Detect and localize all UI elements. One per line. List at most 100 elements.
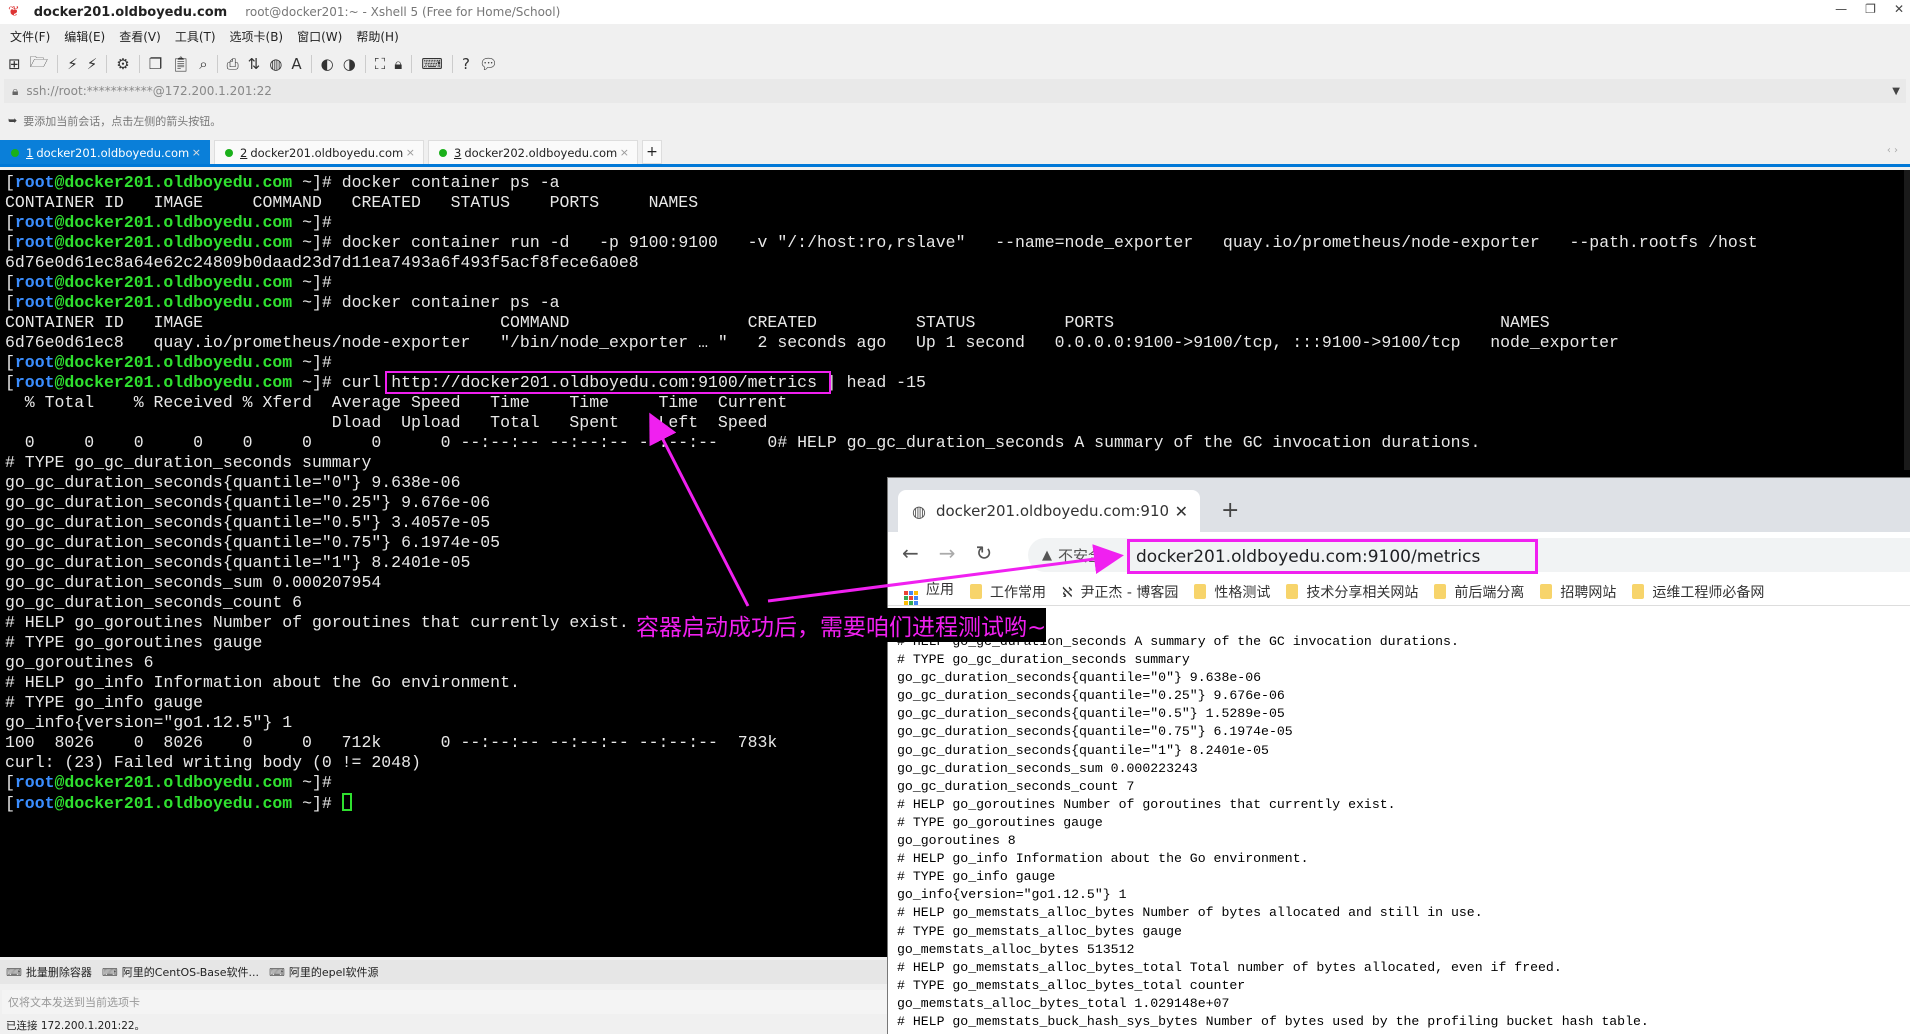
- add-session-arrow-icon[interactable]: ➥: [8, 114, 17, 127]
- connected-status-icon: [439, 148, 447, 157]
- metrics-line: # HELP go_info Information about the Go …: [897, 851, 1309, 867]
- quick-command-button[interactable]: ⌨︎ 阿里的CentOS-Base软件...: [102, 964, 259, 980]
- prompt-bracket: [: [5, 233, 15, 252]
- menu-item[interactable]: 帮助(H): [356, 28, 398, 45]
- bookmark-item[interactable]: 技术分享相关网站: [1286, 582, 1418, 602]
- open-folder-icon[interactable]: 🗁︎: [30, 52, 49, 77]
- prompt-path: ~: [302, 273, 312, 292]
- print-icon[interactable]: ⎙: [227, 55, 239, 73]
- not-secure-label: 不安全: [1058, 546, 1104, 565]
- copy-icon[interactable]: ❐: [149, 55, 162, 73]
- globe-icon[interactable]: ◍: [269, 55, 282, 73]
- omnibox[interactable]: ▲ 不安全 docker201.oldboyedu.com:9100/metri…: [1028, 538, 1910, 574]
- chevron-down-icon[interactable]: ▼: [1892, 86, 1900, 97]
- apps-dot: [904, 590, 908, 595]
- address-bar[interactable]: 🔒︎ ssh://root:***********@172.200.1.201:…: [4, 79, 1906, 103]
- line-text: 100 8026 0 8026 0 0 712k 0 --:--:-- --:-…: [5, 733, 778, 752]
- back-button[interactable]: ←: [902, 541, 919, 565]
- quick-command-button[interactable]: ⌨︎ 批量删除容器: [6, 964, 92, 980]
- add-tab-button[interactable]: +: [642, 140, 662, 164]
- line-text: Dload Upload Total Spent Left Speed: [5, 413, 768, 432]
- session-tab-3[interactable]: 3 docker202.oldboyedu.com ×: [428, 140, 638, 164]
- prompt-bracket: [: [5, 773, 15, 792]
- xftp-icon[interactable]: ◐: [321, 55, 334, 73]
- terminal-scrollbar[interactable]: [1904, 170, 1910, 470]
- fullscreen-icon[interactable]: ⛶: [375, 55, 386, 73]
- url-input[interactable]: docker201.oldboyedu.com:9100/metrics: [1127, 539, 1538, 574]
- disconnect-icon[interactable]: ⚡︎: [87, 55, 98, 73]
- folder-icon: [970, 583, 982, 599]
- folder-icon: [1632, 583, 1645, 599]
- prompt-path: ~: [302, 173, 312, 192]
- prompt-user: root: [14, 273, 55, 292]
- bookmark-item[interactable]: 工作常用: [970, 582, 1046, 602]
- menu-item[interactable]: 选项卡(B): [230, 28, 284, 45]
- menu-item[interactable]: 编辑(E): [64, 28, 105, 45]
- prompt-user: root: [14, 773, 55, 792]
- minimize-button[interactable]: —: [1835, 2, 1847, 16]
- menu-item[interactable]: 文件(F): [10, 28, 50, 45]
- browser-window: ◍ docker201.oldboyedu.com:910 ✕ + ← → ↻ …: [887, 477, 1910, 1034]
- paste-icon[interactable]: 📋︎: [171, 55, 190, 73]
- restore-button[interactable]: ❐: [1865, 2, 1876, 16]
- menu-item[interactable]: 查看(V): [119, 28, 161, 45]
- chat-icon[interactable]: 💬︎: [479, 55, 498, 73]
- connect-icon[interactable]: ⚡︎: [67, 55, 78, 73]
- font-icon[interactable]: A: [291, 55, 301, 73]
- tab-scroll-arrows-icon[interactable]: ‹ ›: [1887, 145, 1898, 156]
- prompt-host: @docker201.oldboyedu.com: [54, 213, 293, 232]
- folder-icon: [1434, 583, 1447, 599]
- session-title: docker201.oldboyedu.com: [33, 4, 228, 20]
- metrics-line: # HELP go_memstats_buck_hash_sys_bytes N…: [897, 1013, 1649, 1029]
- line-text: go_info{version="go1.12.5"} 1: [5, 713, 293, 732]
- apps-dot: [914, 590, 918, 595]
- prompt-user: root: [14, 373, 55, 392]
- bookmark-item[interactable]: 性格测试: [1194, 582, 1270, 602]
- close-tab-icon[interactable]: ×: [406, 146, 415, 159]
- annotation-text: 容器启动成功后，需要咱们进程测试哟~: [636, 608, 1047, 642]
- prompt-path: ~: [302, 373, 312, 392]
- bookmark-item[interactable]: 前后端分离: [1434, 582, 1524, 602]
- metrics-line: go_gc_duration_seconds_sum 0.000223243: [897, 760, 1198, 776]
- find-icon[interactable]: ⌕: [199, 55, 207, 73]
- output-line: % Total % Received % Xferd Average Speed…: [5, 393, 1758, 413]
- line-text: go_gc_duration_seconds{quantile="1"} 8.2…: [5, 553, 471, 572]
- browser-tab[interactable]: ◍ docker201.oldboyedu.com:910 ✕: [898, 490, 1200, 532]
- close-tab-icon[interactable]: ×: [620, 146, 629, 159]
- folder-icon: [1540, 583, 1553, 599]
- bookmark-item[interactable]: 运维工程师必备网: [1632, 582, 1764, 602]
- menu-item[interactable]: 工具(T): [175, 28, 216, 45]
- menu-item[interactable]: 窗口(W): [297, 28, 342, 45]
- globe-icon: ◍: [912, 501, 926, 521]
- session-tab-1[interactable]: 1 docker201.oldboyedu.com ×: [0, 140, 210, 164]
- new-tab-button[interactable]: +: [1221, 498, 1239, 523]
- prompt-user: root: [14, 293, 55, 312]
- close-tab-icon[interactable]: ✕: [1175, 502, 1188, 521]
- send-text-placeholder: 仅将文本发送到当前选项卡: [8, 996, 140, 1009]
- reload-button[interactable]: ↻: [976, 541, 993, 565]
- send-text-input[interactable]: 仅将文本发送到当前选项卡: [2, 990, 888, 1014]
- properties-icon[interactable]: ⚙︎: [116, 55, 129, 73]
- lock-icon[interactable]: 🔒︎: [394, 55, 402, 73]
- keyboard-icon[interactable]: ⌨︎: [421, 55, 443, 73]
- forward-button[interactable]: →: [939, 541, 956, 565]
- quick-command-button[interactable]: ⌨︎ 阿里的epel软件源: [269, 964, 378, 980]
- bookmark-item[interactable]: ℵ 尹正杰 - 博客园: [1062, 582, 1178, 602]
- close-button[interactable]: ✕: [1894, 2, 1904, 16]
- prompt-symbol: ]#: [311, 233, 342, 252]
- status-bar: 已连接 172.200.1.201:22。: [0, 1017, 890, 1034]
- transfer-icon[interactable]: ⇅: [248, 55, 261, 73]
- metrics-line: go_memstats_alloc_bytes_total 1.029148e+…: [897, 995, 1230, 1011]
- session-tab-2[interactable]: 2 docker201.oldboyedu.com ×: [214, 140, 424, 164]
- blog-icon: ℵ: [1062, 584, 1073, 601]
- close-tab-icon[interactable]: ×: [192, 146, 201, 159]
- line-text: go_gc_duration_seconds_sum 0.000207954: [5, 573, 382, 592]
- xagent-icon[interactable]: ◑: [343, 55, 356, 73]
- bookmark-item[interactable]: 应用: [904, 579, 954, 605]
- new-session-icon[interactable]: ⊞: [8, 55, 21, 73]
- browser-tab-strip: ◍ docker201.oldboyedu.com:910 ✕ +: [888, 478, 1910, 532]
- bookmark-item[interactable]: 招聘网站: [1540, 582, 1616, 602]
- output-line: 6d76e0d61ec8a64e62c24809b0daad23d7d11ea7…: [5, 253, 1758, 273]
- help-icon[interactable]: ?: [462, 55, 470, 73]
